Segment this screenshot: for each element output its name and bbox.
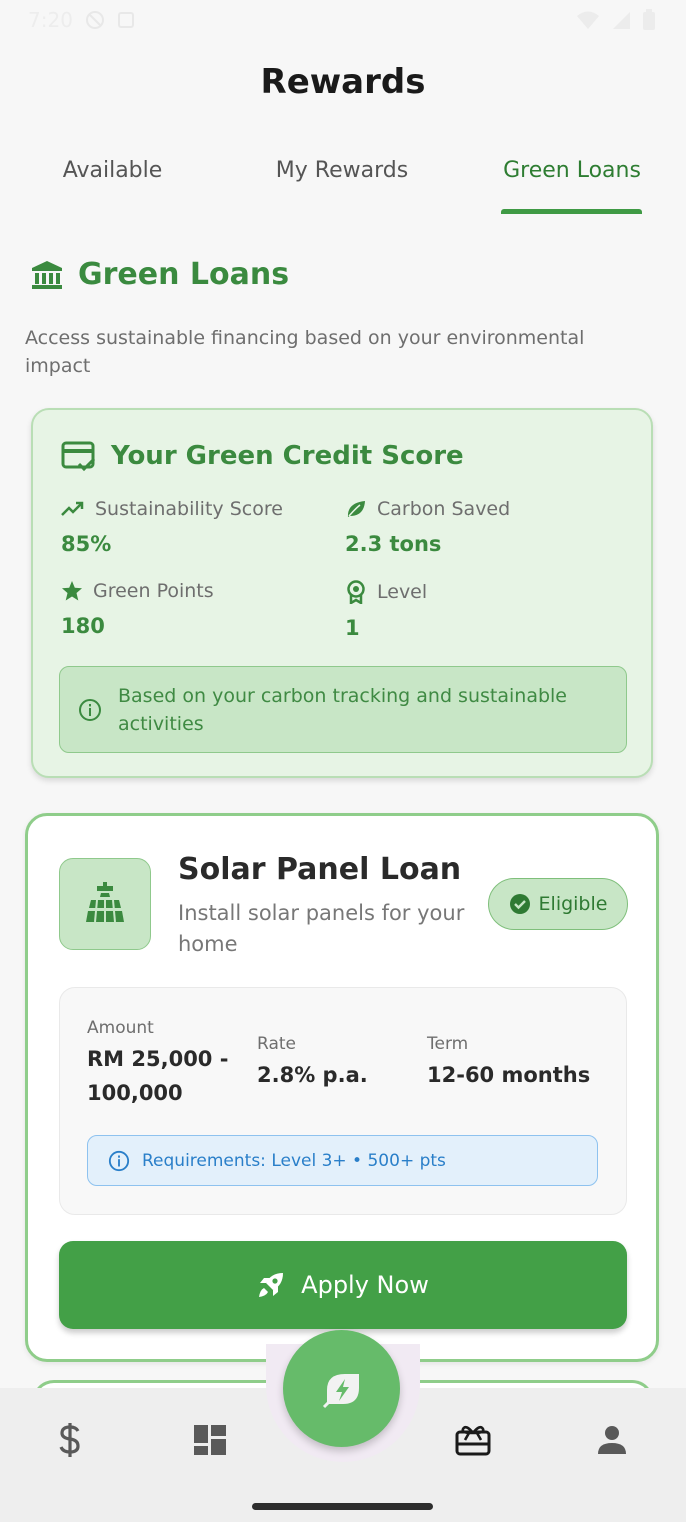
detail-label: Rate (257, 1034, 296, 1054)
credit-score-info: Based on your carbon tracking and sustai… (59, 666, 627, 753)
section-description: Access sustainable financing based on yo… (25, 327, 585, 377)
apply-now-label: Apply Now (301, 1271, 429, 1299)
star-icon (62, 581, 82, 601)
section-title: Green Loans (78, 257, 290, 292)
detail-amount: Amount RM 25,000 - 100,000 (87, 1018, 237, 1110)
detail-label: Term (427, 1034, 469, 1054)
trending-up-icon (61, 501, 84, 516)
nav-profile[interactable] (590, 1418, 634, 1462)
detail-value: RM 25,000 - 100,000 (87, 1047, 229, 1105)
nav-finance[interactable] (48, 1418, 92, 1462)
dashboard-icon (194, 1425, 226, 1455)
credit-score-icon (61, 441, 96, 472)
metric-value: 2.3 tons (345, 532, 442, 556)
metric-label: Sustainability Score (95, 498, 283, 520)
tab-my-rewards[interactable]: My Rewards (262, 150, 422, 214)
home-indicator[interactable] (252, 1503, 433, 1510)
section-header: Green Loans (30, 257, 289, 292)
gift-card-icon (455, 1425, 491, 1456)
detail-term: Term 12-60 months (427, 1034, 590, 1092)
detail-label: Amount (87, 1018, 154, 1038)
metric-carbon-saved: Carbon Saved 2.3 tons (345, 498, 510, 556)
tab-indicator (501, 209, 642, 214)
person-icon (598, 1426, 626, 1454)
green-credit-score-card: Your Green Credit Score Sustainability S… (31, 408, 653, 778)
bank-icon (32, 260, 62, 289)
detail-rate: Rate 2.8% p.a. (257, 1034, 368, 1092)
requirements-text: Requirements: Level 3+ • 500+ pts (142, 1150, 446, 1171)
solar-panel-icon (86, 882, 124, 923)
apply-now-button[interactable]: Apply Now (59, 1241, 627, 1329)
requirements-box: Requirements: Level 3+ • 500+ pts (87, 1135, 598, 1186)
tab-bar: Available My Rewards Green Loans (0, 150, 686, 214)
eligible-label: Eligible (538, 893, 608, 915)
status-time: 7:20 (28, 8, 73, 32)
notification-icon (117, 12, 134, 28)
info-icon (79, 698, 101, 721)
do-not-disturb-icon (85, 11, 104, 29)
metric-value: 1 (345, 616, 360, 640)
award-icon (347, 580, 365, 604)
tab-green-loans[interactable]: Green Loans (492, 150, 652, 214)
loan-icon-box (59, 858, 151, 950)
metric-label: Carbon Saved (377, 498, 511, 520)
wifi-icon (577, 11, 599, 29)
leaf-icon (347, 501, 365, 517)
metric-level: Level 1 (345, 580, 427, 640)
page-title: Rewards (260, 62, 426, 102)
detail-value: 2.8% p.a. (257, 1063, 368, 1087)
metric-label: Green Points (93, 580, 214, 602)
nav-rewards[interactable] (451, 1418, 495, 1462)
battery-icon (643, 9, 655, 30)
eligible-badge: Eligible (488, 878, 628, 930)
metric-sustainability-score: Sustainability Score 85% (61, 498, 283, 556)
metric-value: 180 (61, 614, 105, 638)
rocket-icon (259, 1273, 284, 1297)
check-circle-icon (509, 894, 530, 914)
metric-value: 85% (61, 532, 112, 556)
eco-action-fab[interactable] (283, 1330, 400, 1447)
metric-green-points: Green Points 180 (61, 580, 214, 638)
detail-value: 12-60 months (427, 1063, 591, 1087)
loan-subtitle: Install solar panels for your home (178, 901, 465, 956)
signal-icon (613, 12, 630, 29)
dollar-icon (59, 1423, 80, 1457)
tab-available[interactable]: Available (40, 150, 185, 214)
loan-title: Solar Panel Loan (178, 852, 462, 887)
eco-bolt-icon (322, 1373, 359, 1408)
info-icon (108, 1150, 130, 1171)
solar-panel-loan-card[interactable]: Solar Panel Loan Install solar panels fo… (25, 813, 659, 1362)
info-text: Based on your carbon tracking and sustai… (118, 684, 567, 735)
status-bar: 7:20 (0, 0, 686, 40)
nav-dashboard[interactable] (188, 1418, 232, 1462)
metric-label: Level (377, 581, 428, 603)
credit-score-title: Your Green Credit Score (111, 441, 464, 471)
loan-details: Amount RM 25,000 - 100,000 Rate 2.8% p.a… (59, 987, 627, 1215)
